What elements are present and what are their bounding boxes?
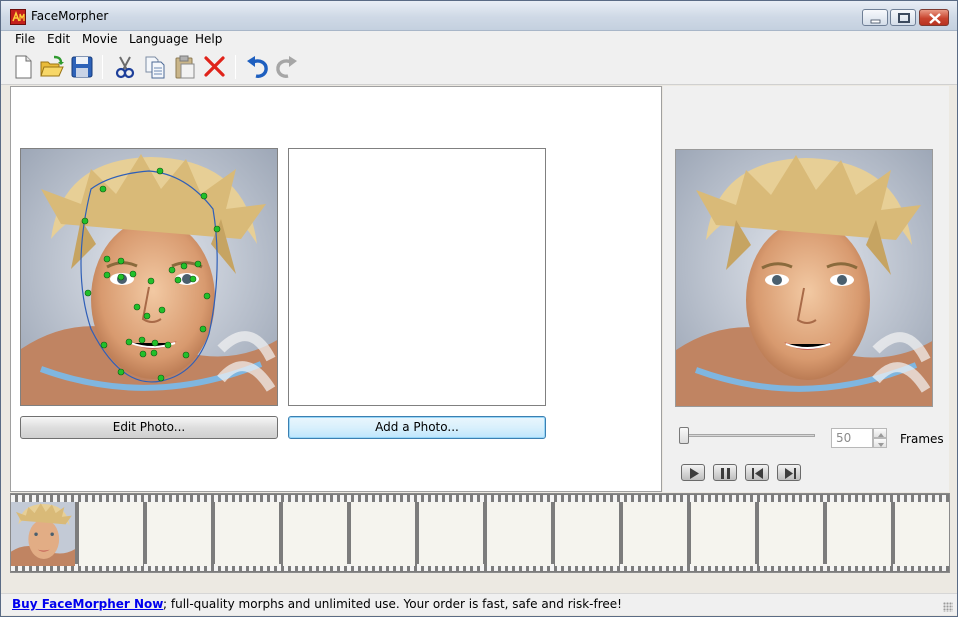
app-window: FaceMorpher File Edit Movie Language Hel… — [0, 0, 958, 617]
redo-icon — [276, 56, 297, 78]
pause-icon — [721, 468, 730, 479]
status-bar: Buy FaceMorpher Now ; full-quality morph… — [1, 593, 957, 615]
copy-button[interactable] — [142, 54, 168, 80]
status-message: ; full-quality morphs and unlimited use.… — [163, 597, 622, 611]
maximize-button[interactable] — [890, 9, 916, 26]
redo-button[interactable] — [274, 54, 300, 80]
toolbar-separator — [102, 55, 103, 79]
add-photo-button[interactable]: Add a Photo... — [288, 416, 546, 439]
frames-count-input[interactable]: 50 — [831, 428, 873, 448]
morph-position-slider-thumb[interactable] — [679, 427, 689, 444]
open-button[interactable] — [39, 54, 65, 80]
menu-movie[interactable]: Movie — [82, 32, 118, 46]
copy-icon — [145, 56, 165, 79]
toolbar-separator — [235, 55, 236, 79]
toolbar — [1, 49, 957, 85]
minimize-button[interactable] — [862, 9, 888, 26]
new-file-icon — [15, 55, 32, 79]
new-file-button[interactable] — [10, 54, 36, 80]
filmstrip-frame[interactable] — [419, 502, 483, 566]
undo-icon — [247, 56, 268, 78]
menu-edit[interactable]: Edit — [47, 32, 70, 46]
preview-face-photo — [676, 150, 932, 406]
target-photo-frame[interactable] — [288, 148, 546, 406]
cut-scissors-icon — [115, 56, 135, 79]
source-photo-frame[interactable] — [20, 148, 278, 406]
frames-spin-down-button[interactable] — [873, 438, 887, 448]
filmstrip-face-thumbnail — [11, 502, 75, 566]
delete-x-icon — [204, 56, 225, 77]
save-button[interactable] — [69, 54, 95, 80]
resize-grip[interactable] — [943, 602, 953, 612]
filmstrip-frame-thumbnail[interactable] — [11, 502, 75, 566]
filmstrip-sprockets-top — [11, 495, 949, 502]
cut-button[interactable] — [112, 54, 138, 80]
title-bar[interactable]: FaceMorpher — [1, 1, 957, 31]
paste-button[interactable] — [172, 54, 198, 80]
filmstrip-frame[interactable] — [487, 502, 551, 566]
filmstrip-frame[interactable] — [283, 502, 347, 566]
window-title: FaceMorpher — [31, 9, 109, 23]
edit-photo-button[interactable]: Edit Photo... — [20, 416, 278, 439]
menu-bar: File Edit Movie Language Help — [1, 31, 957, 49]
save-disk-icon — [71, 56, 93, 78]
maximize-icon — [898, 13, 910, 23]
preview-photo-frame — [675, 149, 933, 407]
filmstrip-frame[interactable] — [215, 502, 279, 566]
preview-pane: 50 Frames — [663, 86, 949, 492]
morph-workspace: Edit Photo... Add a Photo... — [10, 86, 662, 492]
frames-label: Frames — [900, 432, 944, 446]
filmstrip-frame[interactable] — [555, 502, 619, 566]
skip-forward-button[interactable] — [777, 464, 801, 481]
skip-back-icon — [752, 468, 763, 479]
filmstrip-frame[interactable] — [147, 502, 211, 566]
source-face-photo[interactable] — [21, 149, 278, 406]
frames-spin-up-button[interactable] — [873, 428, 887, 438]
filmstrip-frame[interactable] — [623, 502, 687, 566]
open-folder-icon — [40, 55, 64, 77]
filmstrip-frame[interactable] — [79, 502, 143, 566]
filmstrip[interactable] — [10, 493, 950, 573]
filmstrip-frame[interactable] — [895, 502, 949, 566]
spin-down-icon — [878, 443, 884, 447]
undo-button[interactable] — [244, 54, 270, 80]
minimize-icon — [870, 19, 881, 24]
play-button[interactable] — [681, 464, 705, 481]
menu-help[interactable]: Help — [195, 32, 222, 46]
filmstrip-frame[interactable] — [759, 502, 823, 566]
pause-button[interactable] — [713, 464, 737, 481]
delete-button[interactable] — [202, 54, 228, 80]
close-button[interactable] — [919, 9, 949, 26]
skip-back-button[interactable] — [745, 464, 769, 481]
close-icon — [929, 13, 941, 24]
filmstrip-frame[interactable] — [351, 502, 415, 566]
menu-file[interactable]: File — [15, 32, 35, 46]
skip-forward-icon — [785, 468, 796, 479]
morph-position-slider-track[interactable] — [679, 434, 815, 437]
buy-now-link[interactable]: Buy FaceMorpher Now — [12, 597, 163, 611]
play-icon — [690, 468, 699, 479]
paste-icon — [175, 55, 195, 79]
filmstrip-frame[interactable] — [827, 502, 891, 566]
filmstrip-frame[interactable] — [691, 502, 755, 566]
menu-language[interactable]: Language — [129, 32, 188, 46]
facemorpher-app-icon — [10, 9, 26, 25]
